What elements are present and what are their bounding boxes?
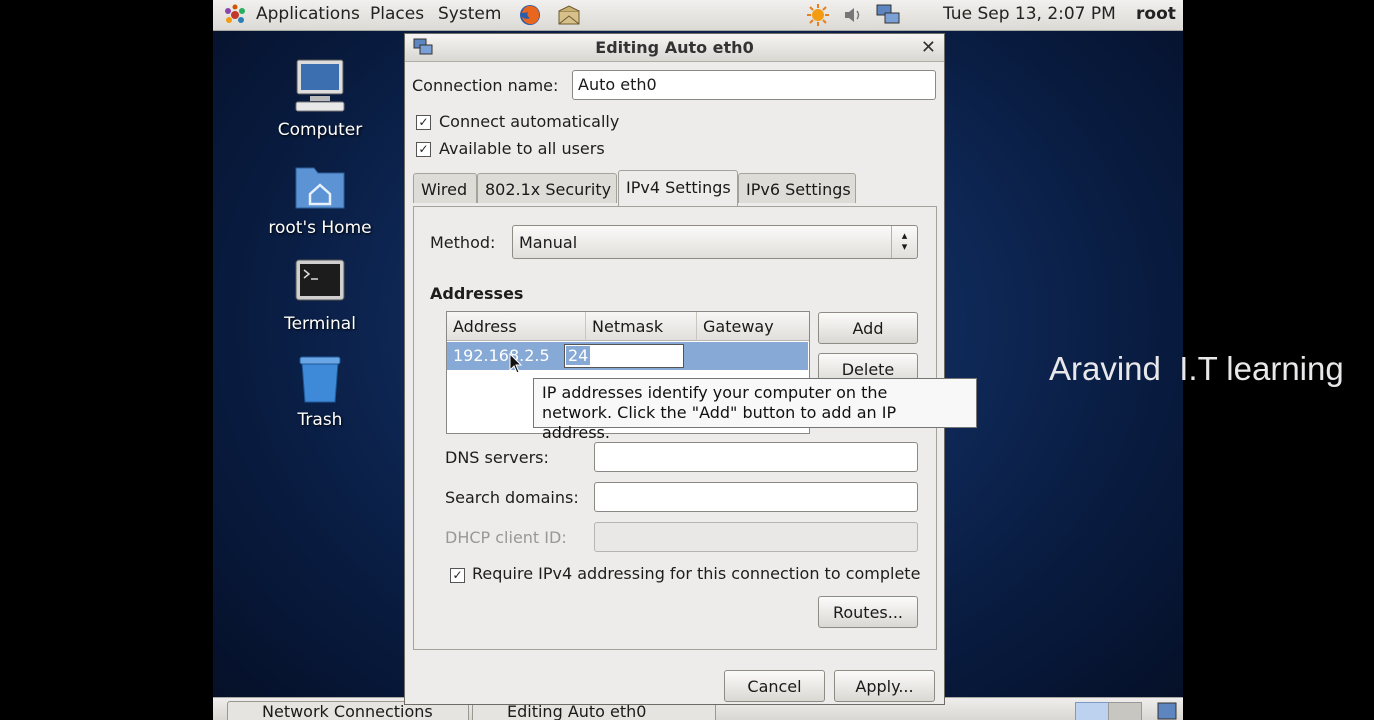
table-row[interactable]: 192.168.2.5 24	[447, 342, 808, 370]
connection-name-label: Connection name:	[412, 76, 559, 95]
clock[interactable]: Tue Sep 13, 2:07 PM	[943, 4, 1116, 24]
method-select[interactable]: Manual ▴ ▾	[512, 225, 918, 259]
column-header-gateway[interactable]: Gateway	[697, 312, 809, 341]
address-cell[interactable]: 192.168.2.5	[453, 346, 550, 365]
tab-8021x-security[interactable]: 802.1x Security	[477, 173, 617, 203]
add-button[interactable]: Add	[818, 312, 918, 344]
search-domains-input[interactable]	[594, 482, 918, 512]
routes-button[interactable]: Routes...	[818, 596, 918, 628]
column-header-address[interactable]: Address	[447, 312, 586, 341]
addresses-heading: Addresses	[430, 284, 524, 303]
netmask-edit-field[interactable]: 24	[564, 344, 684, 368]
workspace-2[interactable]	[1108, 702, 1142, 720]
tab-ipv4-settings[interactable]: IPv4 Settings	[618, 170, 738, 206]
system-menu[interactable]: System	[438, 4, 501, 24]
home-label: root's Home	[268, 218, 372, 238]
trash-label: Trash	[297, 410, 343, 430]
dhcp-client-id-input	[594, 522, 918, 552]
gnome-foot-icon[interactable]	[223, 3, 247, 27]
edit-connection-dialog: Editing Auto eth0 ✕ Connection name: Aut…	[404, 33, 945, 705]
dialog-titlebar[interactable]: Editing Auto eth0 ✕	[405, 34, 944, 62]
cancel-button[interactable]: Cancel	[724, 670, 825, 702]
terminal-label: Terminal	[284, 314, 356, 334]
dialog-title: Editing Auto eth0	[595, 38, 754, 57]
available-to-all-users-label: Available to all users	[439, 139, 605, 158]
terminal-desktop-icon[interactable]: Terminal	[255, 256, 385, 334]
connect-automatically-label: Connect automatically	[439, 112, 620, 131]
trash-icon	[293, 352, 347, 406]
updown-arrows-icon: ▴ ▾	[891, 226, 917, 258]
connect-automatically-checkbox[interactable]: ✓	[416, 115, 431, 130]
places-menu[interactable]: Places	[370, 4, 424, 24]
tooltip-line-1: IP addresses identify your computer on t…	[542, 383, 888, 402]
dhcp-client-id-label: DHCP client ID:	[445, 528, 567, 547]
available-to-all-users-checkbox[interactable]: ✓	[416, 142, 431, 157]
update-notifier-icon[interactable]	[806, 3, 830, 27]
home-desktop-icon[interactable]: root's Home	[255, 158, 385, 238]
computer-label: Computer	[277, 120, 363, 140]
show-desktop-icon[interactable]	[1156, 701, 1178, 720]
home-folder-icon	[292, 158, 348, 214]
computer-desktop-icon[interactable]: Computer	[255, 56, 385, 140]
workspace-1[interactable]	[1075, 702, 1109, 720]
terminal-icon	[293, 256, 347, 310]
require-ipv4-checkbox[interactable]: ✓	[450, 568, 465, 583]
network-icon[interactable]	[875, 3, 900, 27]
watermark: Aravind I.T learning	[1049, 350, 1344, 387]
user-name[interactable]: root	[1136, 4, 1176, 24]
applications-menu[interactable]: Applications	[256, 4, 360, 24]
trash-desktop-icon[interactable]: Trash	[255, 352, 385, 430]
dns-servers-input[interactable]	[594, 442, 918, 472]
method-value: Manual	[519, 233, 578, 252]
computer-icon	[290, 56, 350, 116]
tab-ipv6-settings[interactable]: IPv6 Settings	[738, 173, 856, 203]
mouse-pointer-icon	[509, 352, 523, 379]
volume-icon[interactable]	[841, 3, 865, 27]
netmask-selected-text: 24	[566, 346, 591, 365]
require-ipv4-label: Require IPv4 addressing for this connect…	[472, 564, 921, 583]
addresses-tooltip: IP addresses identify your computer on t…	[533, 378, 977, 442]
search-domains-label: Search domains:	[445, 488, 579, 507]
connection-name-input[interactable]: Auto eth0	[572, 70, 936, 100]
close-icon[interactable]: ✕	[921, 37, 936, 58]
mail-icon[interactable]	[556, 3, 580, 27]
method-label: Method:	[430, 233, 496, 252]
apply-button[interactable]: Apply...	[834, 670, 935, 702]
tab-wired[interactable]: Wired	[413, 173, 477, 203]
top-panel: Applications Places System Tue Sep 13, 2…	[213, 0, 1183, 31]
tooltip-line-2: network. Click the "Add" button to add a…	[542, 403, 897, 442]
firefox-icon[interactable]	[518, 3, 542, 27]
dns-servers-label: DNS servers:	[445, 448, 549, 467]
column-header-netmask[interactable]: Netmask	[586, 312, 697, 341]
